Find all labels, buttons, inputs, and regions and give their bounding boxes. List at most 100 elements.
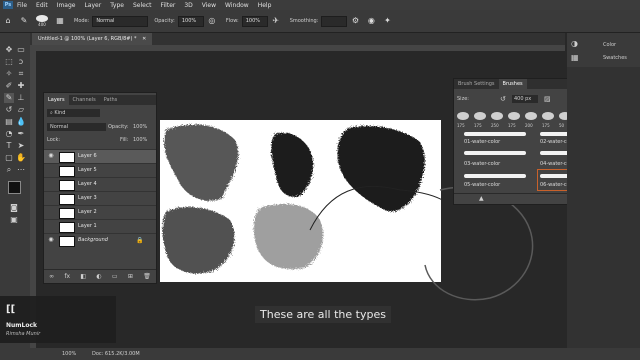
tab-layers[interactable]: Layers (44, 95, 69, 105)
menu-layer[interactable]: Layer (84, 2, 101, 9)
mode-select[interactable]: Normal (92, 15, 149, 27)
brush-preset-picker[interactable]: 400 (36, 15, 48, 27)
symmetry-icon[interactable]: ✦ (382, 16, 392, 26)
eyedropper-tool-icon[interactable]: ✐ (4, 81, 14, 91)
layer-row-2[interactable]: Layer 2 (44, 205, 156, 219)
tab-channels[interactable]: Channels (69, 95, 100, 105)
quick-mask-icon[interactable]: ◙ (9, 203, 19, 213)
pen-tool-icon[interactable]: ✒ (16, 129, 26, 139)
opacity-field[interactable]: 100% (177, 15, 204, 27)
layer-row-background[interactable]: ◉ Background 🔒 (44, 233, 156, 247)
shape-tool-icon[interactable]: ▢ (4, 153, 14, 163)
brush-tool-icon[interactable]: ✎ (19, 16, 29, 26)
path-select-tool-icon[interactable]: ➤ (16, 141, 26, 151)
new-group-icon[interactable]: ▭ (112, 273, 118, 280)
healing-tool-icon[interactable]: ✚ (16, 81, 26, 91)
history-brush-tool-icon[interactable]: ↺ (4, 105, 14, 115)
visibility-toggle-icon[interactable] (47, 222, 55, 230)
brush-preset-2[interactable] (474, 112, 486, 120)
swatches-panel-icon[interactable]: ▦ (571, 53, 579, 62)
blur-tool-icon[interactable]: 💧 (16, 117, 26, 127)
brush-preset-3[interactable] (491, 112, 503, 120)
layer-row-3[interactable]: Layer 3 (44, 191, 156, 205)
reset-size-icon[interactable]: ↺ (500, 95, 506, 103)
pressure-size-icon[interactable]: ◉ (366, 16, 376, 26)
menu-image[interactable]: Image (57, 2, 76, 9)
delete-layer-icon[interactable]: 🗑 (143, 273, 151, 280)
layer-opacity-field[interactable]: 100% (133, 124, 147, 130)
menu-filter[interactable]: Filter (161, 2, 176, 9)
brush-name[interactable]: 01-water-color (464, 139, 500, 145)
layer-row-6[interactable]: ◉ Layer 6 (44, 149, 156, 163)
airbrush-icon[interactable]: ✈ (271, 16, 281, 26)
screen-mode-icon[interactable]: ▣ (9, 215, 19, 225)
color-panel-label[interactable]: Color (603, 42, 616, 48)
size-slider-handle-icon[interactable]: ▲ (479, 195, 484, 202)
tab-brush-settings[interactable]: Brush Settings (454, 79, 499, 89)
foreground-color-swatch[interactable] (8, 181, 21, 194)
tab-brushes[interactable]: Brushes (498, 79, 527, 89)
close-tab-icon[interactable]: ✕ (142, 36, 146, 42)
layer-row-4[interactable]: Layer 4 (44, 177, 156, 191)
pressure-opacity-icon[interactable]: ◎ (207, 16, 217, 26)
document-canvas[interactable] (160, 120, 461, 282)
eraser-tool-icon[interactable]: ▱ (16, 105, 26, 115)
dodge-tool-icon[interactable]: ◔ (4, 129, 14, 139)
visibility-eye-icon[interactable]: ◉ (47, 152, 55, 160)
stamp-tool-icon[interactable]: ⊥ (16, 93, 26, 103)
zoom-status[interactable]: 100% (62, 351, 76, 357)
menu-select[interactable]: Select (133, 2, 152, 9)
layer-blend-mode-select[interactable]: Normal (47, 123, 106, 131)
brush-options-icon[interactable]: ▨ (544, 95, 551, 103)
brush-name[interactable]: 05-water-color (464, 182, 500, 188)
brush-name[interactable]: 03-water-color (464, 161, 500, 167)
brush-preset-4[interactable] (508, 112, 520, 120)
gradient-tool-icon[interactable]: ▤ (4, 117, 14, 127)
tab-paths[interactable]: Paths (100, 95, 122, 105)
visibility-toggle-icon[interactable] (47, 194, 55, 202)
layer-row-5[interactable]: Layer 5 (44, 163, 156, 177)
brush-tool-button-icon[interactable]: ✎ (4, 93, 14, 103)
brush-preset-1[interactable] (457, 112, 469, 120)
menu-edit[interactable]: Edit (36, 2, 48, 9)
visibility-toggle-icon[interactable] (47, 208, 55, 216)
type-tool-icon[interactable]: T (4, 141, 14, 151)
layer-style-icon[interactable]: fx (64, 273, 70, 280)
marquee-tool-icon[interactable]: ⬚ (4, 57, 14, 67)
menu-view[interactable]: View (202, 2, 216, 9)
menu-file[interactable]: File (17, 2, 27, 9)
home-icon[interactable]: ⌂ (3, 16, 13, 26)
menu-3d[interactable]: 3D (184, 2, 192, 9)
move-tool-icon[interactable]: ✥ (4, 45, 14, 55)
menu-window[interactable]: Window (225, 2, 249, 9)
flow-field[interactable]: 100% (241, 15, 268, 27)
new-layer-icon[interactable]: ⊞ (128, 273, 133, 280)
brush-size-field[interactable]: 400 px (512, 95, 538, 103)
zoom-tool-icon[interactable]: ⌕ (4, 165, 14, 175)
hand-tool-icon[interactable]: ✋ (16, 153, 26, 163)
more-tools-icon[interactable]: ⋯ (16, 165, 26, 175)
swatches-panel-label[interactable]: Swatches (603, 55, 627, 61)
smoothing-options-gear-icon[interactable]: ⚙ (350, 16, 360, 26)
menu-type[interactable]: Type (110, 2, 124, 9)
menu-help[interactable]: Help (258, 2, 272, 9)
fill-field[interactable]: 100% (133, 137, 147, 143)
brush-preset-5[interactable] (525, 112, 537, 120)
brush-settings-toggle-icon[interactable]: ▦ (55, 16, 65, 26)
adjustment-layer-icon[interactable]: ◐ (96, 273, 101, 280)
visibility-toggle-icon[interactable] (47, 166, 55, 174)
visibility-eye-icon[interactable]: ◉ (47, 236, 55, 244)
artboard-tool-icon[interactable]: ▭ (16, 45, 26, 55)
layer-row-1[interactable]: Layer 1 (44, 219, 156, 233)
document-tab[interactable]: Untitled-1 @ 100% (Layer 6, RGB/8#) * ✕ (32, 33, 153, 45)
crop-tool-icon[interactable]: ⌗ (16, 69, 26, 79)
layer-filter-select[interactable]: ⌕ Kind (47, 109, 100, 117)
lasso-tool-icon[interactable]: ↄ (16, 57, 26, 67)
brush-preset-6[interactable] (542, 112, 554, 120)
color-panel-icon[interactable]: ◑ (571, 39, 578, 48)
link-layers-icon[interactable]: ∞ (49, 273, 54, 280)
quick-select-tool-icon[interactable]: ✧ (4, 69, 14, 79)
smoothing-field[interactable] (321, 15, 348, 27)
add-mask-icon[interactable]: ◧ (80, 273, 86, 280)
visibility-toggle-icon[interactable] (47, 180, 55, 188)
